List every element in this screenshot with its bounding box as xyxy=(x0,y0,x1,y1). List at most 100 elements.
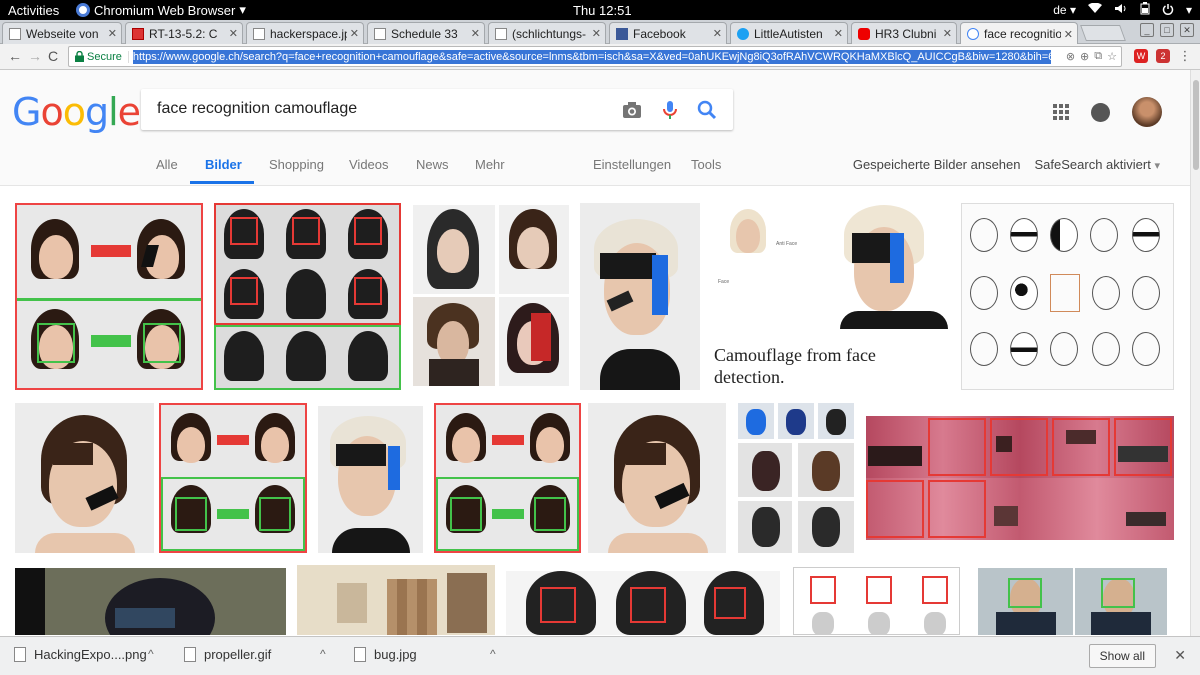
file-icon xyxy=(184,647,196,662)
image-result[interactable] xyxy=(1075,568,1167,635)
settings-link[interactable]: Einstellungen xyxy=(593,157,671,172)
image-result[interactable] xyxy=(978,568,1073,635)
forward-icon[interactable]: → xyxy=(28,48,42,64)
adblock-extension-icon[interactable]: W xyxy=(1134,49,1148,63)
blocked-popup-icon[interactable]: ⊗ xyxy=(1066,50,1075,63)
system-tray[interactable]: de ▾ ▾ xyxy=(1053,2,1192,18)
maximize-icon[interactable]: □ xyxy=(1160,23,1174,37)
download-item[interactable]: propeller.gif xyxy=(184,647,271,662)
search-icon[interactable] xyxy=(696,99,718,121)
tools-link[interactable]: Tools xyxy=(691,157,721,172)
image-result[interactable] xyxy=(214,203,401,390)
image-result[interactable] xyxy=(738,403,856,553)
tab-more[interactable]: Mehr xyxy=(475,157,505,172)
image-result[interactable] xyxy=(866,416,1174,540)
clock[interactable]: Thu 12:51 xyxy=(573,3,632,18)
image-result[interactable] xyxy=(15,568,286,635)
tab-label: (schlichtungs- xyxy=(512,26,587,41)
image-result[interactable] xyxy=(413,205,495,294)
camera-icon[interactable] xyxy=(621,99,643,121)
browser-tab[interactable]: HR3 Clubni ✕ xyxy=(851,22,957,44)
download-item[interactable]: bug.jpg xyxy=(354,647,417,662)
file-icon xyxy=(14,647,26,662)
keyboard-layout[interactable]: de ▾ xyxy=(1053,3,1076,17)
address-bar[interactable]: Secure https://www.google.ch/search?q=fa… xyxy=(68,46,1122,67)
image-result[interactable] xyxy=(588,403,726,553)
zoom-icon[interactable]: ⊕ xyxy=(1080,50,1089,63)
browser-tab-active[interactable]: face recognitio ✕ xyxy=(960,22,1078,45)
close-downloads-icon[interactable]: ✕ xyxy=(1174,647,1186,664)
image-result[interactable] xyxy=(580,203,700,390)
twitter-favicon-icon xyxy=(737,27,749,40)
page-favicon-icon xyxy=(495,27,507,40)
image-result[interactable] xyxy=(413,297,495,386)
tab-all[interactable]: Alle xyxy=(156,157,178,172)
browser-tab[interactable]: LittleAutisten ✕ xyxy=(730,22,848,44)
image-result[interactable] xyxy=(159,403,307,553)
search-input[interactable] xyxy=(141,89,601,129)
minimize-icon[interactable]: _ xyxy=(1140,23,1154,37)
browser-tab[interactable]: Schedule 33 ✕ xyxy=(367,22,485,44)
download-options-chevron-icon[interactable]: ^ xyxy=(490,647,496,661)
reload-icon[interactable]: C xyxy=(48,48,58,64)
tab-label: HR3 Clubni xyxy=(875,26,937,41)
tab-close-icon[interactable]: ✕ xyxy=(939,27,952,40)
image-result[interactable] xyxy=(297,565,495,635)
tab-close-icon[interactable]: ✕ xyxy=(588,27,601,40)
scrollbar-thumb[interactable] xyxy=(1193,80,1199,170)
tab-close-icon[interactable]: ✕ xyxy=(709,27,722,40)
tab-close-icon[interactable]: ✕ xyxy=(467,27,480,40)
power-menu-icon xyxy=(1162,3,1174,18)
abp-extension-icon[interactable]: 2 xyxy=(1156,49,1170,63)
tab-label: LittleAutisten xyxy=(754,26,823,41)
browser-tab[interactable]: Facebook ✕ xyxy=(609,22,727,44)
download-options-chevron-icon[interactable]: ^ xyxy=(148,647,154,661)
tab-close-icon[interactable]: ✕ xyxy=(1060,27,1073,41)
microphone-icon[interactable] xyxy=(659,99,681,121)
back-icon[interactable]: ← xyxy=(8,48,22,64)
google-logo[interactable]: Google xyxy=(12,90,141,134)
activities-button[interactable]: Activities xyxy=(0,3,70,18)
tab-images[interactable]: Bilder xyxy=(205,157,242,172)
image-result[interactable] xyxy=(434,403,581,553)
image-result[interactable] xyxy=(15,403,154,553)
tab-close-icon[interactable]: ✕ xyxy=(225,27,238,40)
browser-tab[interactable]: (schlichtungs- ✕ xyxy=(488,22,606,44)
browser-tab[interactable]: Webseite von ✕ xyxy=(2,22,122,44)
close-window-icon[interactable]: ✕ xyxy=(1180,23,1194,37)
image-result[interactable] xyxy=(499,205,569,294)
safesearch-dropdown[interactable]: SafeSearch aktiviert ▾ xyxy=(1035,157,1161,172)
image-result[interactable] xyxy=(506,571,780,635)
saved-images-link[interactable]: Gespeicherte Bilder ansehen xyxy=(853,157,1021,172)
notifications-icon[interactable] xyxy=(1091,102,1110,122)
image-result[interactable]: Anti Face Face Camouflage from face dete… xyxy=(712,203,950,390)
download-options-chevron-icon[interactable]: ^ xyxy=(320,647,326,661)
bookmark-star-icon[interactable]: ☆ xyxy=(1107,50,1117,63)
tab-news[interactable]: News xyxy=(416,157,449,172)
image-result[interactable] xyxy=(499,297,569,386)
tab-close-icon[interactable]: ✕ xyxy=(346,27,359,40)
app-menu[interactable]: Chromium Web Browser ▾ xyxy=(76,2,246,18)
secure-label: Secure xyxy=(87,50,122,63)
menu-icon[interactable]: ⋮ xyxy=(1178,49,1192,63)
new-tab-button[interactable] xyxy=(1080,25,1126,41)
image-result[interactable] xyxy=(793,567,960,635)
download-filename: bug.jpg xyxy=(374,647,417,662)
translate-icon[interactable]: ⧉ xyxy=(1094,50,1102,63)
tab-shopping[interactable]: Shopping xyxy=(269,157,324,172)
avatar[interactable] xyxy=(1132,97,1162,127)
tab-videos[interactable]: Videos xyxy=(349,157,389,172)
image-result[interactable] xyxy=(318,406,423,553)
download-item[interactable]: HackingExpo....png xyxy=(14,647,147,662)
apps-grid-icon[interactable] xyxy=(1053,104,1069,120)
image-result[interactable] xyxy=(961,203,1174,390)
url-text[interactable]: https://www.google.ch/search?q=face+reco… xyxy=(132,49,1051,64)
tab-close-icon[interactable]: ✕ xyxy=(104,27,117,40)
tab-close-icon[interactable]: ✕ xyxy=(830,27,843,40)
security-indicator[interactable]: Secure xyxy=(69,50,129,63)
image-result[interactable] xyxy=(15,203,203,390)
page-scrollbar[interactable] xyxy=(1190,70,1200,636)
show-all-button[interactable]: Show all xyxy=(1088,644,1156,668)
browser-tab[interactable]: hackerspace.jp ✕ xyxy=(246,22,364,44)
browser-tab[interactable]: RT-13-5.2: C ✕ xyxy=(125,22,243,44)
